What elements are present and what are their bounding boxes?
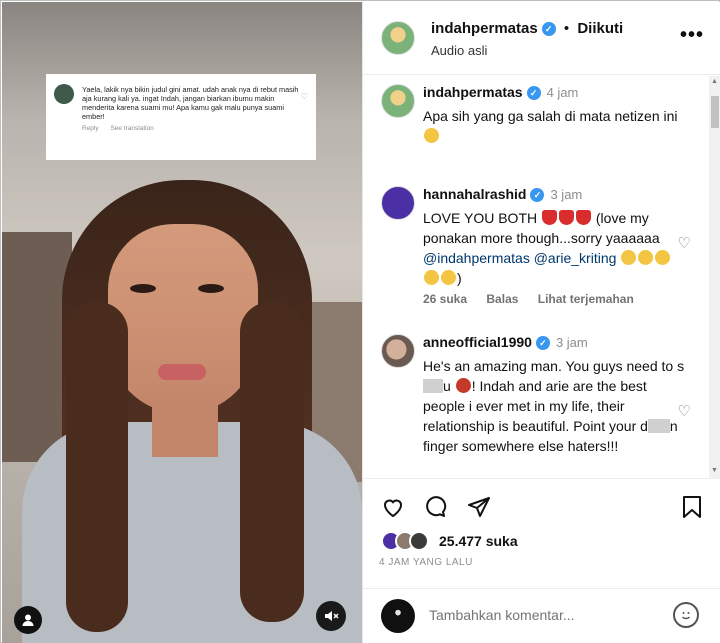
post-header: indahpermatas ✓ • Diikuti Audio asli ••• — [363, 2, 720, 75]
comment-time: 3 jam — [550, 187, 583, 202]
comment-text: Apa sih yang ga salah di mata netizen in… — [423, 106, 685, 146]
likes-count[interactable]: 25.477 suka — [439, 533, 518, 549]
comment-avatar[interactable] — [381, 84, 415, 118]
comment-like-icon[interactable]: ♡ — [678, 402, 691, 420]
like-heart-icon[interactable] — [381, 495, 405, 524]
mention-link[interactable]: @indahpermatas — [423, 250, 530, 266]
overlay-reply: Reply — [82, 125, 99, 132]
comment-text-part: u — [443, 378, 451, 394]
comment-time: 3 jam — [555, 335, 588, 350]
comment-likes-count[interactable]: 26 suka — [423, 292, 467, 306]
post-actions: 25.477 suka 4 JAM YANG LALU — [363, 478, 720, 588]
comment-username-text[interactable]: anneofficial1990 — [423, 334, 532, 350]
comment-username[interactable]: anneofficial1990 ✓ 3 jam — [423, 334, 588, 350]
verified-badge-icon: ✓ — [526, 86, 541, 100]
add-comment-bar — [363, 588, 720, 643]
scroll-down-icon[interactable]: ▼ — [711, 467, 718, 474]
person-eye-left — [130, 284, 156, 293]
person-hair-front-right — [240, 302, 304, 622]
emoji-picker-icon[interactable] — [673, 602, 699, 628]
instagram-post-window: ♡ Yaela, lakik nya bikin judul gini amat… — [0, 0, 720, 643]
laughing-emoji-icon — [424, 270, 439, 285]
angry-face-emoji-icon — [455, 378, 471, 393]
comment-username[interactable]: indahpermatas ✓ 4 jam — [423, 84, 578, 100]
header-separator: • — [563, 20, 570, 37]
overlay-comment-meta: Reply See translation — [82, 125, 306, 132]
heart-emoji-icon — [576, 210, 591, 225]
audio-label[interactable]: Audio asli — [431, 43, 487, 58]
comment-username[interactable]: hannahalrashid ✓ 3 jam — [423, 186, 582, 202]
overlay-see-translation: See translation — [110, 125, 154, 132]
add-comment-input[interactable] — [429, 607, 649, 623]
overlay-comment-text: Yaela, lakik nya bikin judul gini amat. … — [82, 85, 299, 121]
comment-username-text[interactable]: hannahalrashid — [423, 186, 526, 202]
comment-time: 4 jam — [546, 85, 579, 100]
author-username[interactable]: indahpermatas ✓ • Diikuti — [431, 20, 623, 37]
person-lips — [158, 364, 206, 380]
overlay-comment-avatar — [54, 84, 74, 104]
verified-badge-icon: ✓ — [541, 22, 556, 36]
comment-avatar[interactable] — [381, 186, 415, 220]
author-username-text[interactable]: indahpermatas — [431, 20, 538, 37]
comment-text: He's an amazing man. You guys need to s u… — [423, 356, 685, 456]
laughing-emoji-icon — [655, 250, 671, 265]
comments-scrollbar[interactable]: ▲ ▼ — [709, 76, 720, 478]
post-time-ago: 4 JAM YANG LALU — [379, 557, 473, 568]
scroll-up-icon[interactable]: ▲ — [711, 78, 718, 85]
laughing-emoji-icon — [638, 250, 654, 265]
follow-status[interactable]: Diikuti — [577, 20, 623, 37]
person-eye-right — [198, 284, 224, 293]
comment-text-part: ) — [457, 270, 462, 286]
comment-avatar[interactable] — [381, 334, 415, 368]
heart-emoji-icon — [542, 210, 557, 225]
comment-item: hannahalrashid ✓ 3 jam LOVE YOU BOTH (love… — [363, 186, 703, 316]
comment-text-content: Apa sih yang ga salah di mata netizen in… — [423, 108, 678, 124]
tagged-user-icon[interactable] — [14, 606, 42, 634]
post-side-panel: indahpermatas ✓ • Diikuti Audio asli ••• … — [362, 2, 720, 643]
comment-username-text[interactable]: indahpermatas — [423, 84, 523, 100]
laughing-emoji-icon — [441, 270, 456, 285]
comments-list: indahpermatas ✓ 4 jam Apa sih yang ga sala… — [363, 76, 720, 478]
comment-text: LOVE YOU BOTH (love my ponakan more thou… — [423, 208, 685, 288]
comment-like-icon[interactable]: ♡ — [678, 234, 691, 252]
mute-icon[interactable] — [316, 601, 346, 631]
comment-meta: 26 suka Balas Lihat terjemahan — [423, 292, 650, 306]
comment-reply-button[interactable]: Balas — [486, 292, 518, 306]
comment-bubble-icon[interactable] — [423, 495, 447, 524]
person-hair-front-left — [66, 302, 128, 632]
verified-badge-icon: ✓ — [535, 336, 550, 350]
mention-link[interactable]: @arie_kriting — [534, 250, 617, 266]
comment-item: indahpermatas ✓ 4 jam Apa sih yang ga sala… — [363, 84, 703, 154]
bookmark-icon[interactable] — [681, 495, 703, 524]
author-avatar[interactable] — [381, 21, 415, 55]
more-options-icon[interactable]: ••• — [680, 24, 704, 47]
scrollbar-thumb[interactable] — [711, 96, 719, 128]
overlay-comment-card: ♡ Yaela, lakik nya bikin judul gini amat… — [46, 74, 316, 160]
overlay-heart-icon: ♡ — [300, 92, 308, 101]
comment-translate-button[interactable]: Lihat terjemahan — [538, 292, 634, 306]
person-face — [108, 224, 258, 414]
share-paperplane-icon[interactable] — [467, 495, 491, 524]
comment-text-part: LOVE YOU BOTH — [423, 210, 538, 226]
liker-avatar — [409, 531, 429, 551]
sad-face-emoji-icon — [424, 128, 439, 143]
censored-text-block — [423, 379, 443, 393]
comment-item: anneofficial1990 ✓ 3 jam He's an amazing m… — [363, 334, 703, 478]
reel-video[interactable]: ♡ Yaela, lakik nya bikin judul gini amat… — [2, 2, 362, 643]
verified-badge-icon: ✓ — [530, 188, 545, 202]
current-user-avatar — [381, 599, 415, 633]
heart-emoji-icon — [559, 210, 574, 225]
laughing-emoji-icon — [621, 250, 637, 265]
censored-text-block — [647, 419, 670, 433]
comment-text-part: He's an amazing man. You guys need to s — [423, 358, 685, 374]
